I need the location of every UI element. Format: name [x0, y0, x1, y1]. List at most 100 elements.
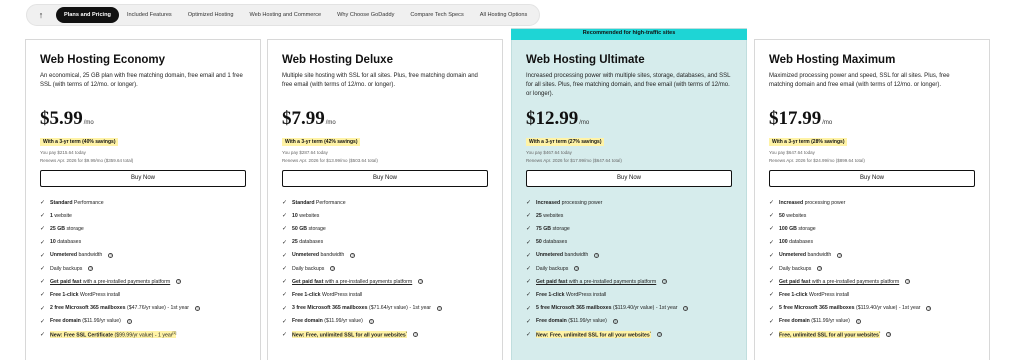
feature-item: ✓ Daily backups? [282, 262, 488, 275]
checkmark-icon: ✓ [282, 292, 288, 299]
feature-rest: ($11.99/yr value) [809, 318, 850, 325]
buy-now-button[interactable]: Buy Now [40, 170, 246, 187]
checkmark-icon: ✓ [282, 279, 288, 286]
feature-text: Free 1-click WordPress install [536, 292, 606, 298]
checkmark-icon: ✓ [282, 239, 288, 246]
feature-rest[interactable]: with a pre-installed payments platform [810, 279, 899, 285]
checkmark-icon: ✓ [40, 292, 46, 299]
info-icon[interactable]: ? [88, 266, 94, 272]
info-icon[interactable]: ? [436, 305, 442, 311]
pay-today-text: You pay $287.64 today [282, 150, 328, 155]
nav-tab-compare-tech-specs[interactable]: Compare Tech Specs [402, 7, 471, 23]
checkmark-icon: ✓ [282, 305, 288, 312]
feature-bold[interactable]: Get paid fast [292, 279, 323, 285]
feature-bold[interactable]: Get paid fast [536, 279, 567, 285]
feature-rest: Daily backups [779, 265, 812, 272]
feature-text: 5 free Microsoft 365 mailboxes ($119.40/… [536, 305, 677, 311]
nav-tab-included-features[interactable]: Included Features [119, 7, 180, 23]
info-icon[interactable]: ? [126, 318, 132, 324]
info-icon[interactable]: ? [837, 252, 843, 258]
nav-tab-plans-and-pricing[interactable]: Plans and Pricing [56, 7, 119, 23]
info-icon[interactable]: ? [368, 318, 374, 324]
feature-item: ✓ 10 websites [282, 209, 488, 222]
nav-tab-all-hosting-options[interactable]: All Hosting Options [472, 7, 536, 23]
savings-badge: With a 3-yr term (42% savings) [282, 138, 361, 146]
buy-now-button[interactable]: Buy Now [526, 170, 732, 187]
info-icon[interactable]: ? [194, 305, 200, 311]
feature-rest[interactable]: with a pre-installed payments platform [81, 279, 170, 285]
info-icon[interactable]: ? [817, 266, 823, 272]
feature-item: ✓ Increased processing power [769, 196, 975, 209]
checkmark-icon: ✓ [40, 200, 46, 207]
feature-bold[interactable]: Get paid fast [50, 279, 81, 285]
info-icon[interactable]: ? [108, 252, 114, 258]
feature-rest[interactable]: with a pre-installed payments platform [323, 279, 412, 285]
pay-today-text: You pay $647.64 today [769, 150, 815, 155]
info-icon[interactable]: ? [855, 318, 861, 324]
info-icon[interactable]: ? [683, 305, 689, 311]
feature-rest: ($11.99/yr value) [80, 318, 121, 325]
plan-card-web-hosting-ultimate: Recommended for high-traffic sites Web Ho… [511, 28, 747, 360]
checkmark-icon: ✓ [769, 200, 775, 207]
feature-item: ✓ 50 websites [769, 209, 975, 222]
checkmark-icon: ✓ [769, 266, 775, 273]
info-icon[interactable]: ? [594, 252, 600, 258]
feature-rest[interactable]: with a pre-installed payments platform [567, 279, 656, 285]
feature-rest: Performance [314, 199, 346, 206]
feature-text: 10 databases [50, 239, 81, 245]
nav-tab-why-choose-godaddy[interactable]: Why Choose GoDaddy [329, 7, 402, 23]
feature-item: ✓ Standard Performance [282, 196, 488, 209]
feature-bold: New: Free, unlimited SSL for all your we… [292, 332, 406, 339]
feature-rest: Performance [72, 199, 104, 206]
info-icon[interactable]: ? [657, 331, 663, 337]
info-icon[interactable]: ? [176, 279, 182, 285]
info-icon[interactable]: ? [418, 279, 424, 285]
footnote-marker[interactable]: [1] [172, 331, 176, 335]
info-icon[interactable]: ? [612, 318, 618, 324]
feature-text: Free domain ($11.99/yr value) [779, 318, 850, 324]
footnote-marker[interactable]: * [650, 331, 651, 335]
info-icon[interactable]: ? [350, 252, 356, 258]
plan-description: Multiple site hosting with SSL for all s… [282, 73, 478, 88]
nav-tab-web-hosting-and-commerce[interactable]: Web Hosting and Commerce [241, 7, 329, 23]
plan-card-web-hosting-deluxe: Web Hosting Deluxe Multiple site hosting … [267, 39, 503, 360]
feature-rest: WordPress install [78, 291, 121, 298]
buy-now-button[interactable]: Buy Now [282, 170, 488, 187]
feature-rest: databases [55, 239, 82, 246]
feature-text: Free domain ($11.99/yr value) [292, 318, 363, 324]
feature-rest: ($71.64/yr value) - 1st year [367, 305, 431, 312]
feature-bold[interactable]: Get paid fast [779, 279, 810, 285]
footnote-marker[interactable]: * [406, 331, 407, 335]
feature-item: ✓ Get paid fast with a pre-installed paym… [40, 275, 246, 288]
plan-description: Maximized processing power and speed, SS… [769, 73, 950, 88]
buy-now-button[interactable]: Buy Now [769, 170, 975, 187]
feature-text: Daily backups [779, 266, 811, 272]
feature-text: 2 free Microsoft 365 mailboxes ($47.76/y… [50, 305, 189, 311]
nav-tab-optimized-hosting[interactable]: Optimized Hosting [180, 7, 242, 23]
feature-rest: bandwidth [806, 252, 832, 259]
checkmark-icon: ✓ [40, 266, 46, 273]
info-icon[interactable]: ? [886, 331, 892, 337]
footnote-marker[interactable]: * [879, 331, 880, 335]
plan-price: $17.99 [769, 108, 822, 129]
info-icon[interactable]: ? [330, 266, 336, 272]
info-icon[interactable]: ? [662, 279, 668, 285]
feature-bold: 5 free Microsoft 365 mailboxes [536, 305, 612, 312]
info-icon[interactable]: ? [413, 331, 419, 337]
feature-text: 75 GB storage [536, 226, 570, 232]
info-icon[interactable]: ? [905, 279, 911, 285]
feature-rest: ($11.99/yr value) [566, 318, 607, 325]
info-icon[interactable]: ? [574, 266, 580, 272]
feature-text: Daily backups [50, 266, 82, 272]
feature-bold: Unmetered [536, 252, 564, 259]
feature-item: ✓ New: Free, unlimited SSL for all your w… [282, 328, 488, 341]
info-icon[interactable]: ? [926, 305, 932, 311]
feature-bold: Increased [779, 199, 804, 206]
feature-bold: Increased [536, 199, 561, 206]
feature-item: ✓ 5 free Microsoft 365 mailboxes ($119.40… [769, 302, 975, 315]
plan-card-web-hosting-economy: Web Hosting Economy An economical, 25 GB … [25, 39, 261, 360]
feature-rest: bandwidth [319, 252, 345, 259]
checkmark-icon: ✓ [282, 266, 288, 273]
arrow-up-icon[interactable]: ↑ [30, 6, 52, 24]
feature-rest: ($119.40/yr value) - 1st year [611, 305, 678, 312]
